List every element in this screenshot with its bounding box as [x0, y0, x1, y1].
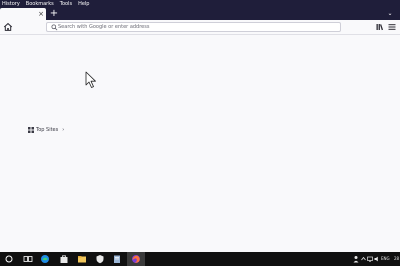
library-icon[interactable]	[376, 23, 384, 31]
person-tray-icon[interactable]	[352, 255, 360, 263]
hamburger-menu-icon[interactable]	[388, 23, 396, 31]
search-icon	[51, 24, 58, 31]
new-tab-page	[0, 36, 400, 252]
tab-close-button[interactable]: ×	[38, 9, 44, 19]
menu-tools[interactable]: Tools	[60, 0, 72, 8]
start-circle-icon[interactable]	[4, 254, 14, 264]
network-icon[interactable]	[367, 256, 373, 262]
language-indicator[interactable]: ENG	[381, 255, 390, 263]
tab-list-button[interactable]: ⌄	[386, 10, 394, 18]
firefox-icon[interactable]	[131, 254, 141, 264]
navigation-bar: Search with Google or enter address	[0, 20, 400, 35]
title-bar: History Bookmarks Tools Help × + ⌄	[0, 0, 400, 20]
grid-icon	[28, 127, 34, 133]
address-bar[interactable]: Search with Google or enter address	[46, 22, 341, 32]
menu-history[interactable]: History	[2, 0, 20, 8]
shield-security-icon[interactable]	[95, 254, 105, 264]
task-view-icon[interactable]	[23, 254, 33, 264]
address-bar-placeholder: Search with Google or enter address	[58, 24, 150, 30]
chevron-up-icon[interactable]	[361, 256, 366, 262]
menu-bookmarks[interactable]: Bookmarks	[26, 0, 54, 8]
file-explorer-icon[interactable]	[77, 254, 87, 264]
menu-bar: History Bookmarks Tools Help	[2, 0, 89, 8]
mouse-cursor-icon	[85, 71, 96, 88]
taskbar: ENG 28	[0, 252, 400, 266]
active-tab[interactable]: ×	[0, 8, 46, 20]
top-sites-toggle[interactable]: Top Sites ›	[28, 126, 64, 134]
clock[interactable]: 28	[394, 255, 399, 263]
top-sites-label: Top Sites	[36, 127, 59, 133]
menu-help[interactable]: Help	[78, 0, 89, 8]
new-tab-button[interactable]: +	[49, 8, 59, 20]
edge-browser-icon[interactable]	[40, 254, 50, 264]
home-icon[interactable]	[3, 22, 13, 32]
chevron-right-icon: ›	[62, 127, 65, 133]
document-app-icon[interactable]	[112, 254, 122, 264]
volume-icon[interactable]	[374, 256, 380, 262]
store-icon[interactable]	[59, 254, 69, 264]
